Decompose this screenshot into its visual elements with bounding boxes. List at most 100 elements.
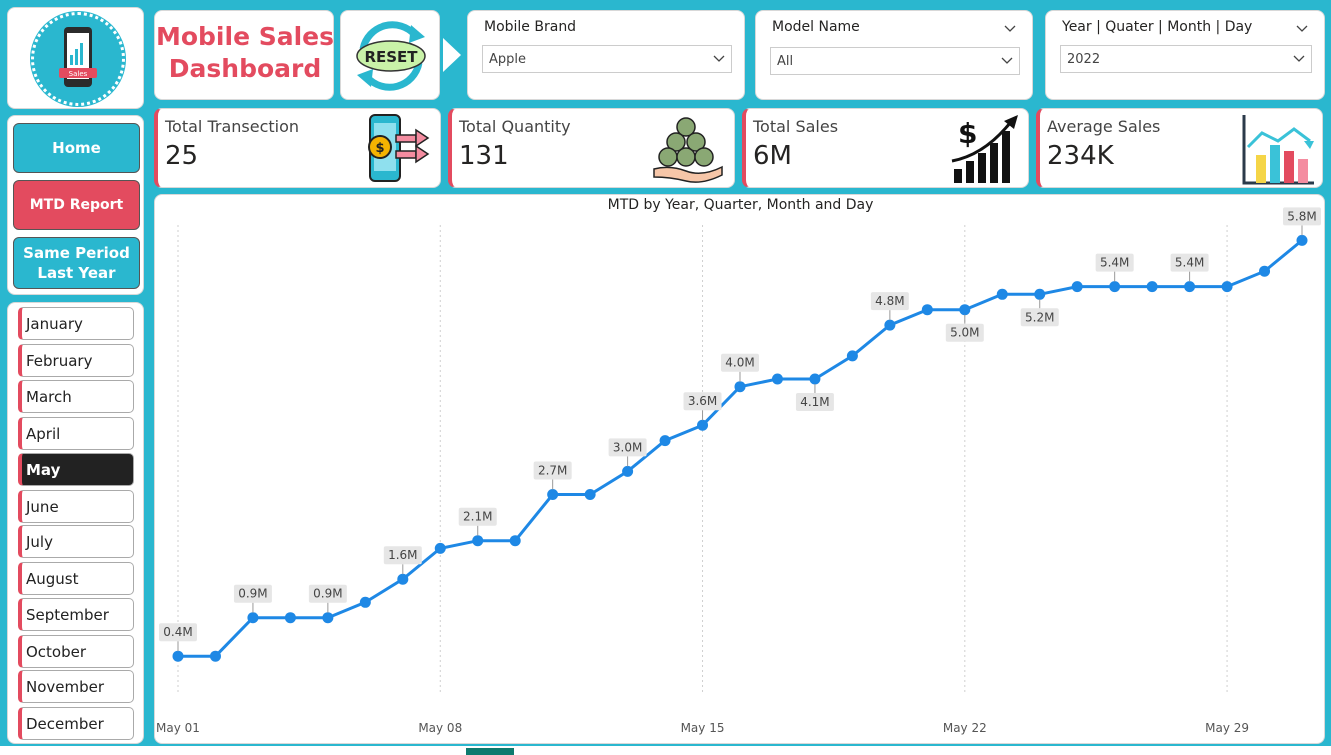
dashboard-title-card: Mobile Sales Dashboard [154, 10, 334, 100]
mtd-report-button[interactable]: MTD Report [13, 180, 140, 230]
data-label: 2.1M [463, 510, 492, 524]
reset-icon: RESET [356, 21, 426, 91]
chevron-down-icon [1293, 55, 1305, 62]
month-april[interactable]: April [18, 417, 134, 450]
date-dropdown[interactable]: 2022 [1060, 45, 1312, 73]
data-label: 4.1M [800, 395, 829, 409]
chevron-down-icon[interactable] [1296, 23, 1308, 35]
data-point [809, 373, 821, 385]
page-tab[interactable] [466, 748, 514, 755]
home-button[interactable]: Home [13, 123, 140, 173]
mtd-line-chart: MTD by Year, Quarter, Month and Day May … [154, 194, 1325, 744]
logo-badge-text: Sales [69, 70, 88, 78]
kpi-average-sales: Average Sales 234K [1036, 108, 1323, 188]
page-tab-bar [0, 746, 1331, 755]
svg-text:$: $ [375, 141, 384, 156]
data-point [996, 288, 1008, 300]
month-january[interactable]: January [18, 307, 134, 340]
brand-dropdown-value: Apple [489, 51, 527, 67]
chart-plot-area: May 01 May 08 May 15 May 22 May 29 0.4M 0.9M 0.… [156, 207, 1321, 735]
same-period-label-line1: Same Period [23, 243, 130, 262]
chevron-down-icon[interactable] [1004, 23, 1016, 35]
data-label: 3.6M [688, 394, 717, 408]
data-point [659, 435, 671, 447]
svg-text:$: $ [958, 117, 977, 150]
kpi-total-transaction: Total Transection 25 $ [154, 108, 441, 188]
data-label: 0.9M [313, 587, 342, 601]
kpi-value: 131 [459, 141, 509, 171]
data-label: 2.7M [538, 464, 567, 478]
data-point [247, 612, 259, 624]
data-point [959, 304, 971, 316]
data-point [1146, 281, 1158, 293]
month-november[interactable]: November [18, 670, 134, 703]
date-dropdown-value: 2022 [1067, 51, 1101, 67]
data-point [509, 535, 521, 547]
dollar-growth-icon: $ [951, 115, 1018, 183]
date-hierarchy-filter: Year | Quater | Month | Day 2022 [1045, 10, 1325, 100]
x-tick-label: May 15 [681, 721, 725, 735]
nav-panel: Home MTD Report Same Period Last Year [7, 115, 144, 295]
kpi-value: 25 [165, 141, 199, 171]
month-march[interactable]: March [18, 380, 134, 413]
data-point [359, 596, 371, 608]
data-label: 0.9M [238, 587, 267, 601]
x-tick-label: May 29 [1205, 721, 1249, 735]
data-point [1296, 234, 1308, 246]
data-point [622, 465, 634, 477]
date-filter-label: Year | Quater | Month | Day [1062, 19, 1253, 35]
month-june[interactable]: June [18, 490, 134, 523]
data-point [734, 381, 746, 393]
kpi-total-sales: Total Sales 6M $ [742, 108, 1029, 188]
month-slicer: January February March April May June Ju… [7, 302, 144, 744]
logo: Sales [31, 12, 125, 106]
month-august[interactable]: August [18, 562, 134, 595]
same-period-last-year-button[interactable]: Same Period Last Year [13, 237, 140, 289]
logo-card: Sales [7, 7, 144, 109]
data-point [846, 350, 858, 362]
data-point [434, 542, 446, 554]
month-october[interactable]: October [18, 635, 134, 668]
page-title: Mobile Sales Dashboard [155, 21, 335, 85]
month-september[interactable]: September [18, 598, 134, 631]
page-title-line1: Mobile Sales [155, 22, 335, 51]
chevron-down-icon [713, 55, 725, 62]
data-label: 4.0M [725, 356, 754, 370]
phone-chart-icon: Sales [59, 27, 97, 87]
x-tick-label: May 08 [418, 721, 462, 735]
payment-transfer-icon: $ [368, 114, 430, 182]
bar-chart-trend-icon [1242, 115, 1314, 185]
data-point [771, 373, 783, 385]
data-label: 3.0M [613, 440, 642, 454]
data-point [284, 612, 296, 624]
data-label: 5.0M [950, 326, 979, 340]
month-december[interactable]: December [18, 707, 134, 740]
chevron-down-icon [1001, 57, 1013, 64]
data-point [397, 573, 409, 585]
kpi-label: Average Sales [1047, 117, 1161, 136]
kpi-total-quantity: Total Quantity 131 [448, 108, 735, 188]
data-point [172, 650, 184, 662]
same-period-label-line2: Last Year [37, 264, 116, 282]
brand-filter: Mobile Brand Apple [467, 10, 745, 100]
data-point [209, 650, 221, 662]
reset-label: RESET [364, 48, 418, 66]
month-may[interactable]: May [18, 453, 134, 486]
data-point [697, 419, 709, 431]
kpi-value: 6M [753, 141, 792, 171]
brand-dropdown[interactable]: Apple [482, 45, 732, 73]
model-filter: Model Name All [755, 10, 1033, 100]
data-label: 5.4M [1175, 256, 1204, 270]
data-point [1071, 281, 1083, 293]
model-filter-label: Model Name [772, 19, 860, 35]
data-label: 1.6M [388, 548, 417, 562]
data-point [1109, 281, 1121, 293]
model-dropdown[interactable]: All [770, 47, 1020, 75]
data-point [547, 489, 559, 500]
data-point [1259, 265, 1271, 277]
month-july[interactable]: July [18, 525, 134, 558]
x-tick-label: May 01 [156, 721, 200, 735]
reset-button[interactable]: RESET [340, 10, 440, 100]
month-february[interactable]: February [18, 344, 134, 377]
kpi-label: Total Quantity [459, 117, 571, 136]
